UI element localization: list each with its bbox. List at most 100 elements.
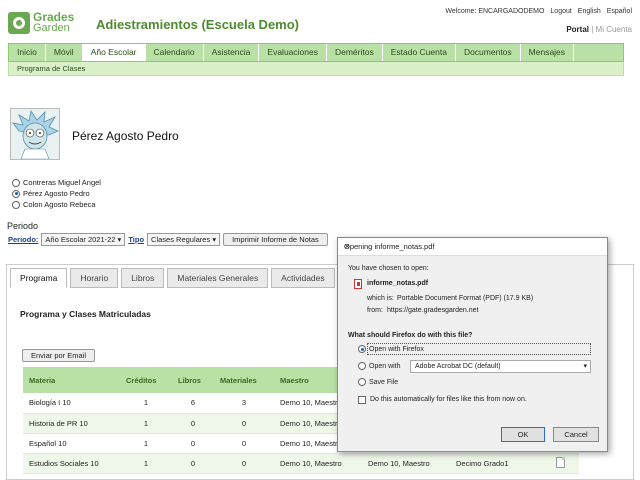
cell-creditos: 1 — [120, 393, 172, 414]
nav-item-movil[interactable]: Móvil — [46, 44, 83, 61]
cell-libros: 6 — [172, 393, 214, 414]
email-button[interactable]: Enviar por Email — [22, 349, 96, 362]
cell-materia: Biología I 10 — [23, 393, 120, 414]
ok-button[interactable]: OK — [501, 427, 545, 442]
periodo-heading: Periodo — [7, 221, 39, 231]
tipo-select[interactable]: Clases Regulares — [147, 233, 221, 246]
from-label: from: — [367, 307, 383, 314]
student-selector: Contreras Miguel Angel Pérez Agosto Pedr… — [12, 177, 101, 210]
dialog-titlebar: Opening informe_notas.pdf ✕ — [338, 238, 607, 256]
pdf-file-icon — [354, 279, 362, 289]
cell-maestro: Demo 10, Maestro — [274, 453, 362, 474]
student-option[interactable]: Colon Agosto Rebeca — [12, 199, 101, 210]
welcome-text: Welcome: ENCARGADODEMO — [445, 8, 545, 15]
avatar-image — [11, 109, 59, 160]
logo-text-line2: Garden — [33, 22, 70, 34]
nav-item-mensajes[interactable]: Mensajes — [521, 44, 575, 61]
radio-icon[interactable] — [358, 362, 366, 370]
radio-open-with-firefox[interactable]: Open with Firefox — [358, 345, 424, 353]
cell-materiales: 0 — [214, 433, 274, 454]
nav-item-documentos[interactable]: Documentos — [456, 44, 521, 61]
cell-libros: 0 — [172, 433, 214, 454]
portal-link[interactable]: Portal — [566, 25, 589, 34]
nav-item-ano-escolar[interactable]: Año Escolar — [82, 44, 146, 61]
school-title: Adiestramientos (Escuela Demo) — [96, 17, 300, 32]
periodo-row: Periodo: Año Escolar 2021-22 Tipo Clases… — [8, 233, 328, 246]
col-libros[interactable]: Libros — [172, 367, 214, 393]
logo-mark-icon — [8, 12, 30, 34]
radio-icon[interactable] — [358, 378, 366, 386]
dialog-filename: informe_notas.pdf — [367, 280, 429, 287]
tab-materiales-generales[interactable]: Materiales Generales — [167, 268, 269, 288]
open-with-select[interactable]: Adobe Acrobat DC (default) — [410, 360, 591, 373]
cell-libros: 0 — [172, 453, 214, 474]
cell-libros: 0 — [172, 413, 214, 434]
print-report-button[interactable]: Imprimir Informe de Notas — [223, 233, 328, 246]
auto-checkbox[interactable] — [358, 396, 366, 404]
which-is-label: which is: — [367, 295, 394, 302]
cell-maestro-2: Demo 10, Maestro — [362, 453, 450, 474]
dialog-intro: You have chosen to open: — [348, 265, 429, 272]
document-icon[interactable] — [555, 456, 565, 468]
close-icon[interactable]: ✕ — [344, 242, 599, 251]
nav-item-estado-cuenta[interactable]: Estado Cuenta — [383, 44, 456, 61]
cell-materia: Historia de PR 10 — [23, 413, 120, 434]
tab-horario[interactable]: Horario — [70, 268, 119, 288]
top-links: Welcome: ENCARGADODEMO Logout English Es… — [441, 8, 632, 15]
tab-bar: Programa Horario Libros Materiales Gener… — [10, 268, 338, 288]
tab-programa[interactable]: Programa — [10, 268, 68, 288]
portal-separator: | — [591, 25, 594, 34]
table-row: Estudios Sociales 10 1 0 0 Demo 10, Maes… — [23, 453, 579, 474]
portal-links: Portal | Mi Cuenta — [566, 25, 632, 34]
student-avatar — [10, 108, 60, 160]
nav-item-inicio[interactable]: Inicio — [9, 44, 46, 61]
periodo-label: Periodo: — [8, 235, 39, 244]
cell-materia: Estudios Sociales 10 — [23, 453, 120, 474]
nav-item-calendario[interactable]: Calendario — [146, 44, 204, 61]
which-is-value: Portable Document Format (PDF) (17.9 KB) — [397, 295, 534, 302]
radio-selected-icon[interactable] — [358, 345, 366, 353]
nav-item-demeritos[interactable]: Deméritos — [327, 44, 383, 61]
periodo-select[interactable]: Año Escolar 2021-22 — [41, 233, 126, 246]
cell-creditos: 1 — [120, 453, 172, 474]
cell-materia: Español 10 — [23, 433, 120, 454]
radio-selected-icon[interactable] — [12, 189, 20, 198]
mi-cuenta-link[interactable]: Mi Cuenta — [596, 25, 632, 34]
radio-save-file[interactable]: Save File — [358, 378, 398, 386]
nav-item-asistencia[interactable]: Asistencia — [204, 44, 260, 61]
radio-label: Open with — [369, 362, 401, 370]
dialog-question: What should Firefox do with this file? — [348, 332, 473, 339]
tab-actividades[interactable]: Actividades — [271, 268, 335, 288]
col-creditos[interactable]: Créditos — [120, 367, 172, 393]
auto-checkbox-label: Do this automatically for files like thi… — [370, 396, 527, 403]
nav-item-evaluaciones[interactable]: Evaluaciones — [259, 44, 327, 61]
cancel-button[interactable]: Cancel — [553, 427, 599, 442]
logout-link[interactable]: Logout — [550, 8, 571, 15]
tipo-label: Tipo — [128, 235, 145, 244]
student-option-label: Contreras Miguel Angel — [23, 178, 101, 187]
radio-label: Open with Firefox — [369, 345, 424, 353]
program-title: Programa y Clases Matriculadas — [20, 309, 151, 319]
student-option-label: Pérez Agosto Pedro — [23, 189, 90, 198]
cell-materiales: 0 — [214, 413, 274, 434]
student-name: Pérez Agosto Pedro — [72, 129, 179, 143]
download-dialog: Opening informe_notas.pdf ✕ You have cho… — [337, 237, 608, 452]
radio-label: Save File — [369, 378, 399, 386]
from-value: https://gate.gradesgarden.net — [387, 307, 479, 314]
espanol-link[interactable]: Español — [607, 8, 632, 15]
cell-doc — [541, 453, 579, 474]
col-materiales[interactable]: Materiales — [214, 367, 274, 393]
col-materia[interactable]: Materia — [23, 367, 120, 393]
student-option[interactable]: Contreras Miguel Angel — [12, 177, 101, 188]
cell-creditos: 1 — [120, 433, 172, 454]
radio-icon[interactable] — [12, 200, 20, 209]
cell-grado: Decimo Grado1 — [450, 453, 541, 474]
cell-materiales: 0 — [214, 453, 274, 474]
radio-open-with[interactable]: Open with — [358, 362, 401, 370]
english-link[interactable]: English — [578, 8, 601, 15]
radio-icon[interactable] — [12, 178, 20, 187]
gradesgarden-logo[interactable]: Grades Garden — [8, 10, 84, 36]
student-option[interactable]: Pérez Agosto Pedro — [12, 188, 101, 199]
subnav-programa-de-clases[interactable]: Programa de Clases — [17, 64, 85, 73]
tab-libros[interactable]: Libros — [121, 268, 165, 288]
